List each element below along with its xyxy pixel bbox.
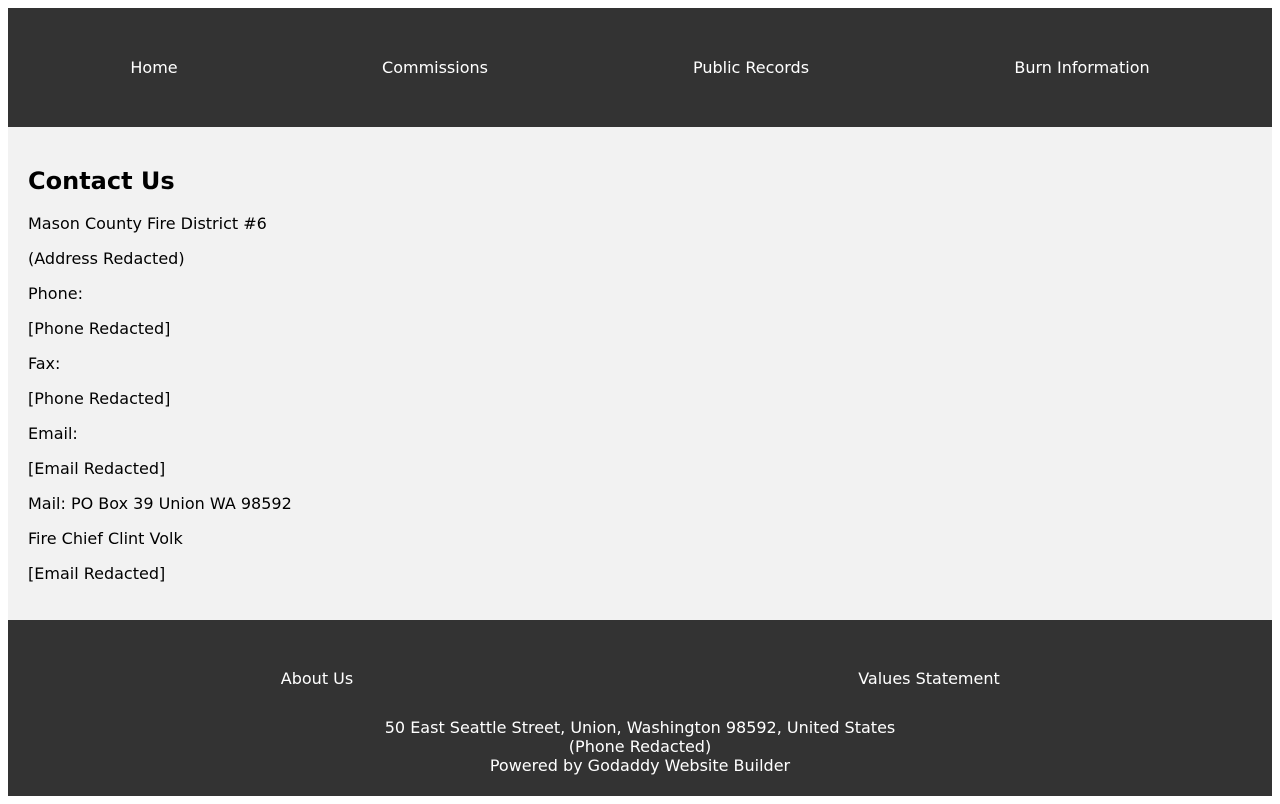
- nav-link-commissions[interactable]: Commissions: [382, 8, 488, 127]
- page-title: Contact Us: [28, 167, 175, 195]
- fire-chief-email: [Email Redacted]: [28, 564, 166, 583]
- phone-value: [Phone Redacted]: [28, 319, 171, 338]
- nav-link-burn-information[interactable]: Burn Information: [1014, 8, 1149, 127]
- fire-chief-name: Fire Chief Clint Volk: [28, 529, 183, 548]
- fax-value: [Phone Redacted]: [28, 389, 171, 408]
- site-footer: About Us Values Statement 50 East Seattl…: [8, 620, 1272, 796]
- phone-label: Phone:: [28, 284, 83, 303]
- page: Home Commissions Public Records Burn Inf…: [8, 8, 1272, 796]
- mailing-address: Mail: PO Box 39 Union WA 98592: [28, 494, 292, 513]
- footer-phone: (Phone Redacted): [568, 737, 712, 756]
- footer-powered-by: Powered by Godaddy Website Builder: [489, 756, 791, 775]
- nav-link-public-records[interactable]: Public Records: [693, 8, 809, 127]
- top-navigation-bar: Home Commissions Public Records Burn Inf…: [8, 8, 1272, 127]
- footer-link-values-statement[interactable]: Values Statement: [858, 669, 1000, 689]
- nav-link-home[interactable]: Home: [130, 8, 177, 127]
- email-label: Email:: [28, 424, 78, 443]
- footer-link-about-us[interactable]: About Us: [281, 669, 353, 689]
- contact-section: Contact Us Mason County Fire District #6…: [8, 127, 1272, 620]
- address-text: (Address Redacted): [28, 249, 185, 268]
- fax-label: Fax:: [28, 354, 61, 373]
- district-name: Mason County Fire District #6: [28, 214, 267, 233]
- footer-address: 50 East Seattle Street, Union, Washingto…: [384, 718, 896, 737]
- email-value: [Email Redacted]: [28, 459, 166, 478]
